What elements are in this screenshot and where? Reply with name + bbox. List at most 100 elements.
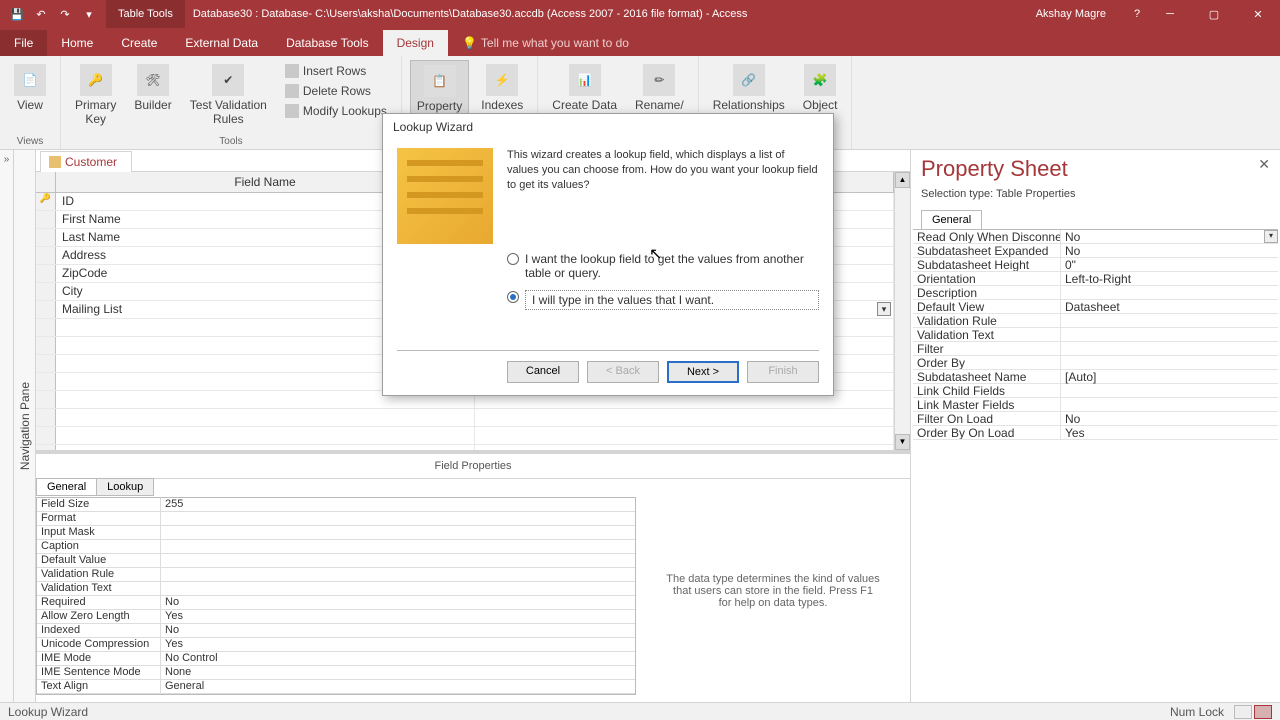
fp-tab-lookup[interactable]: Lookup xyxy=(96,478,154,496)
property-row[interactable]: Order By On LoadYes xyxy=(913,426,1278,440)
scroll-down-icon[interactable]: ▼ xyxy=(895,434,910,450)
help-icon[interactable]: ? xyxy=(1126,3,1148,25)
modify-lookups-button[interactable]: Modify Lookups xyxy=(281,102,391,120)
property-row[interactable]: Field Size255 xyxy=(37,498,635,512)
fp-tab-general[interactable]: General xyxy=(36,478,97,496)
tell-me-placeholder: Tell me what you want to do xyxy=(481,36,629,50)
row-selector[interactable] xyxy=(36,247,56,264)
row-selector[interactable] xyxy=(36,283,56,300)
property-sheet-close-icon[interactable]: ✕ xyxy=(1258,156,1270,173)
save-icon[interactable]: 💾 xyxy=(6,3,28,25)
property-sheet-title: Property Sheet xyxy=(921,156,1068,182)
group-views: Views xyxy=(8,134,52,147)
tab-design[interactable]: Design xyxy=(383,30,448,56)
close-button[interactable]: ✕ xyxy=(1236,0,1280,28)
table-row[interactable] xyxy=(36,409,894,427)
property-row[interactable]: Order By xyxy=(913,356,1278,370)
status-text: Lookup Wizard xyxy=(8,705,88,719)
indexes-button[interactable]: ⚡Indexes xyxy=(475,60,529,116)
test-validation-button[interactable]: ✔Test Validation Rules xyxy=(184,60,273,131)
ps-tab-general[interactable]: General xyxy=(921,210,982,229)
property-row[interactable]: Format xyxy=(37,512,635,526)
vertical-scrollbar[interactable]: ▲ ▼ xyxy=(894,172,910,450)
property-row[interactable]: Link Child Fields xyxy=(913,384,1278,398)
builder-button[interactable]: 🛠Builder xyxy=(128,60,177,116)
undo-icon[interactable]: ↶ xyxy=(30,3,52,25)
property-row[interactable]: IME ModeNo Control xyxy=(37,652,635,666)
option-type-values[interactable]: I will type in the values that I want. xyxy=(507,290,819,310)
property-row[interactable]: Link Master Fields xyxy=(913,398,1278,412)
option-from-table[interactable]: I want the lookup field to get the value… xyxy=(507,252,819,280)
radio-checked-icon[interactable] xyxy=(507,291,519,303)
row-selector[interactable] xyxy=(36,211,56,228)
tab-create[interactable]: Create xyxy=(107,30,171,56)
finish-button[interactable]: Finish xyxy=(747,361,819,383)
property-row[interactable]: Input Mask xyxy=(37,526,635,540)
object-icon: 🧩 xyxy=(804,64,836,96)
property-row[interactable]: Filter On LoadNo xyxy=(913,412,1278,426)
row-selector[interactable]: 🔑 xyxy=(36,193,56,210)
row-selector[interactable] xyxy=(36,265,56,282)
scroll-up-icon[interactable]: ▲ xyxy=(895,172,910,188)
radio-unchecked-icon[interactable] xyxy=(507,253,519,265)
table-row[interactable] xyxy=(36,445,894,450)
primary-key-button[interactable]: 🔑Primary Key xyxy=(69,60,122,131)
property-row[interactable]: Default ViewDatasheet xyxy=(913,300,1278,314)
property-row[interactable]: IME Sentence ModeNone xyxy=(37,666,635,680)
property-row[interactable]: Validation Rule xyxy=(37,568,635,582)
tab-external-data[interactable]: External Data xyxy=(171,30,272,56)
property-row[interactable]: Subdatasheet ExpandedNo xyxy=(913,244,1278,258)
property-row[interactable]: Subdatasheet Height0" xyxy=(913,258,1278,272)
property-row[interactable]: Filter xyxy=(913,342,1278,356)
wizard-illustration xyxy=(397,148,493,244)
qat-customize-icon[interactable]: ▾ xyxy=(78,3,100,25)
delete-row-icon xyxy=(285,84,299,98)
property-row[interactable]: Caption xyxy=(37,540,635,554)
back-button[interactable]: < Back xyxy=(587,361,659,383)
create-data-button[interactable]: 📊Create Data xyxy=(546,60,623,116)
navigation-pane[interactable]: Navigation Pane xyxy=(14,150,36,702)
tab-database-tools[interactable]: Database Tools xyxy=(272,30,383,56)
relationships-button[interactable]: 🔗Relationships xyxy=(707,60,791,116)
rename-button[interactable]: ✏Rename/ xyxy=(629,60,690,116)
object-button[interactable]: 🧩Object xyxy=(797,60,844,116)
insert-rows-button[interactable]: Insert Rows xyxy=(281,62,391,80)
property-row[interactable]: OrientationLeft-to-Right xyxy=(913,272,1278,286)
minimize-button[interactable]: ─ xyxy=(1148,0,1192,28)
redo-icon[interactable]: ↷ xyxy=(54,3,76,25)
property-row[interactable]: Allow Zero LengthYes xyxy=(37,610,635,624)
property-row[interactable]: Validation Text xyxy=(37,582,635,596)
property-row[interactable]: Subdatasheet Name[Auto] xyxy=(913,370,1278,384)
property-row[interactable]: IndexedNo xyxy=(37,624,635,638)
property-row[interactable]: Unicode CompressionYes xyxy=(37,638,635,652)
design-view-icon[interactable] xyxy=(1254,705,1272,719)
next-button[interactable]: Next > xyxy=(667,361,739,383)
property-row[interactable]: RequiredNo xyxy=(37,596,635,610)
maximize-button[interactable]: ▢ xyxy=(1192,0,1236,28)
datasheet-view-icon[interactable] xyxy=(1234,705,1252,719)
property-row[interactable]: Default Value xyxy=(37,554,635,568)
row-selector[interactable] xyxy=(36,301,56,318)
doc-tab-customer[interactable]: Customer xyxy=(40,151,132,172)
property-row[interactable]: Validation Text xyxy=(913,328,1278,342)
row-selector[interactable] xyxy=(36,229,56,246)
shutter-bar-collapse[interactable]: » xyxy=(0,150,14,702)
title-bar: 💾 ↶ ↷ ▾ Table Tools Database30 : Databas… xyxy=(0,0,1280,28)
tab-file[interactable]: File xyxy=(0,30,47,56)
property-row[interactable]: Text AlignGeneral xyxy=(37,680,635,694)
delete-rows-button[interactable]: Delete Rows xyxy=(281,82,391,100)
wizard-intro: This wizard creates a lookup field, whic… xyxy=(507,148,819,244)
view-button[interactable]: 📄View xyxy=(8,60,52,116)
property-row[interactable]: Validation Rule xyxy=(913,314,1278,328)
view-icon: 📄 xyxy=(14,64,46,96)
tell-me-search[interactable]: 💡Tell me what you want to do xyxy=(448,30,1280,56)
chevron-down-icon[interactable]: ▾ xyxy=(877,302,891,316)
tab-home[interactable]: Home xyxy=(47,30,107,56)
chevron-down-icon[interactable]: ▾ xyxy=(1264,230,1278,243)
cancel-button[interactable]: Cancel xyxy=(507,361,579,383)
property-row[interactable]: Read Only When DisconnectNo▾ xyxy=(913,230,1278,244)
key-icon: 🔑 xyxy=(80,64,112,96)
modify-lookup-icon xyxy=(285,104,299,118)
property-row[interactable]: Description xyxy=(913,286,1278,300)
table-row[interactable] xyxy=(36,427,894,445)
